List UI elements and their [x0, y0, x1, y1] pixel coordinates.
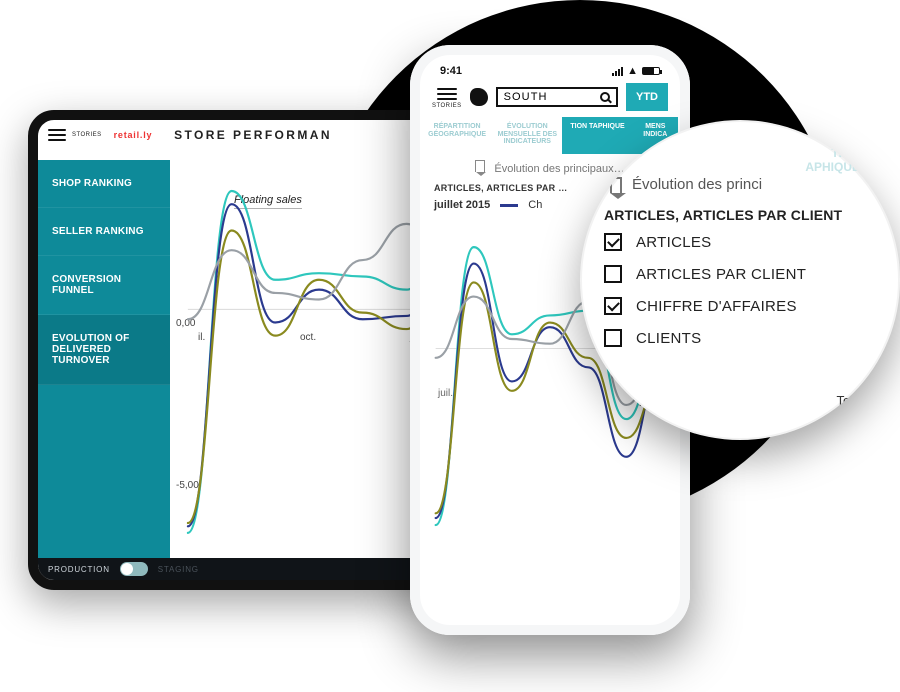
env-toggle[interactable] [120, 562, 148, 576]
option-articles[interactable]: ARTICLES [604, 233, 880, 251]
page-title: STORE PERFORMAN [38, 128, 468, 142]
sidebar-item-evolution-turnover[interactable]: EVOLUTION OF DELIVERED TURNOVER [38, 315, 170, 385]
legend-month: juillet 2015 [434, 199, 490, 211]
option-clients[interactable]: CLIENTS [604, 329, 880, 347]
sidebar: SHOP RANKING SELLER RANKING CONVERSION F… [38, 160, 170, 560]
env-label-staging: STAGING [158, 565, 199, 574]
legend-series: Ch [528, 199, 542, 211]
magnifier-footer[interactable]: Tous [837, 393, 864, 408]
option-chiffre-affaires[interactable]: CHIFFRE D'AFFAIRES [604, 297, 880, 315]
magnifier: TION APHIQUE Évolution des princi ARTICL… [580, 120, 900, 440]
sidebar-item-shop-ranking[interactable]: SHOP RANKING [38, 160, 170, 208]
magnifier-tab-peek: TION APHIQUE [805, 146, 860, 174]
legend-swatch-icon [500, 204, 518, 207]
stories-label: STORIES [432, 103, 462, 109]
battery-icon [642, 67, 660, 75]
sidebar-item-seller-ranking[interactable]: SELLER RANKING [38, 208, 170, 256]
magnifier-title: ARTICLES, ARTICLES PAR CLIENT [604, 207, 880, 223]
bookmark-icon [610, 177, 622, 193]
status-bar: 9:41 ▲ [422, 59, 678, 77]
ytd-button[interactable]: YTD [626, 83, 668, 111]
toucan-icon [470, 88, 488, 106]
checkbox-icon[interactable] [604, 329, 622, 347]
checkbox-icon[interactable] [604, 297, 622, 315]
search-value: SOUTH [504, 91, 548, 103]
hamburger-icon[interactable] [437, 85, 457, 103]
bookmark-icon [475, 160, 485, 172]
status-time: 9:41 [440, 65, 462, 77]
wifi-icon: ▲ [627, 65, 638, 77]
tablet-footer: PRODUCTION STAGING [38, 558, 468, 580]
option-articles-par-client[interactable]: ARTICLES PAR CLIENT [604, 265, 880, 283]
env-label-production: PRODUCTION [48, 565, 110, 574]
tab-evolution-mensuelle[interactable]: ÉVOLUTION MENSUELLE DES INDICATEURS [492, 117, 562, 154]
search-icon [600, 92, 610, 102]
signal-icon [612, 67, 623, 76]
sidebar-item-conversion-funnel[interactable]: CONVERSION FUNNEL [38, 256, 170, 315]
checkbox-icon[interactable] [604, 233, 622, 251]
checkbox-icon[interactable] [604, 265, 622, 283]
tab-repartition[interactable]: RÉPARTITION GÉOGRAPHIQUE [422, 117, 492, 154]
magnifier-bookmark-line: Évolution des princi [610, 176, 880, 193]
search-input[interactable]: SOUTH [496, 87, 618, 107]
magnifier-options: ARTICLES ARTICLES PAR CLIENT CHIFFRE D'A… [604, 233, 880, 347]
